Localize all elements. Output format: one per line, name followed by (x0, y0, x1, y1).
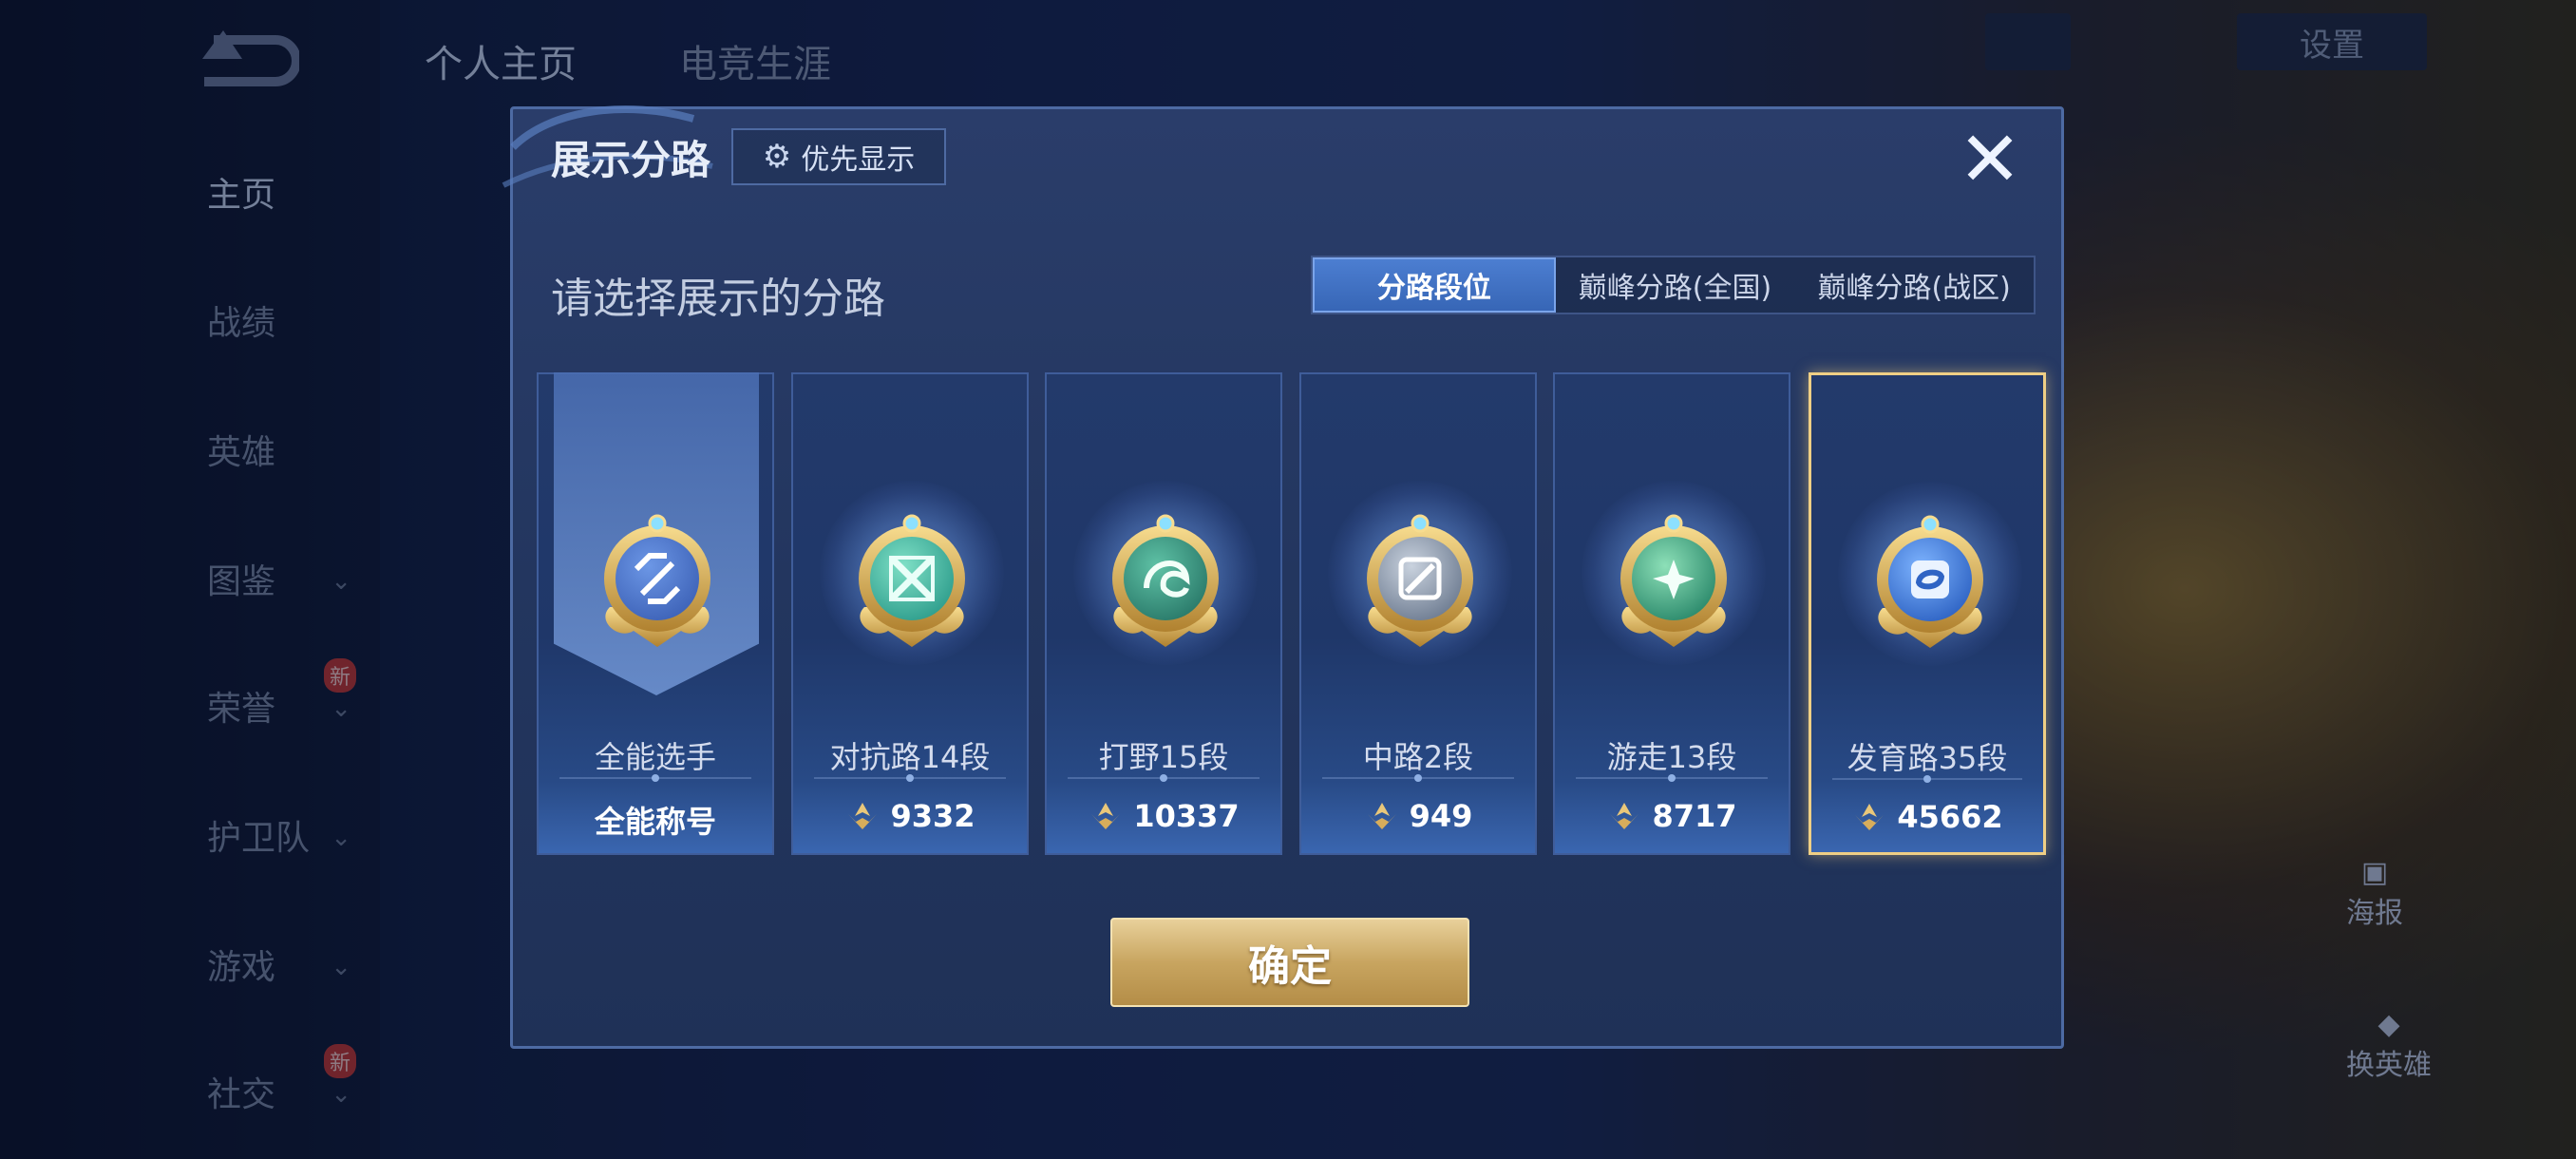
lane-card-1[interactable]: 对抗路14段 9332 (791, 372, 1029, 855)
lane-card-4[interactable]: 游走13段 8717 (1553, 372, 1790, 855)
jungle-emblem-icon (1104, 507, 1227, 650)
lane-tab-bar: 分路段位 巅峰分路(全国) 巅峰分路(战区) (1311, 256, 2036, 314)
lane-card-title: 打野15段 (1098, 739, 1229, 775)
lane-card-title: 对抗路14段 (829, 739, 991, 775)
confirm-label: 确定 (1248, 942, 1332, 991)
gear-icon: ⚙ (762, 138, 792, 176)
lane-card-value: 8717 (1555, 798, 1789, 834)
lane-card-value-text: 949 (1409, 798, 1473, 834)
dialog-title: 展示分路 (551, 137, 711, 183)
close-button[interactable]: ✕ (1957, 122, 2023, 198)
divider (559, 774, 751, 782)
lane-card-title: 游走13段 (1606, 739, 1737, 775)
tab-peak-region[interactable]: 巅峰分路(战区) (1794, 257, 2034, 313)
peak-score-icon (1364, 801, 1400, 831)
lane-card-0[interactable]: 全能选手 全能称号 (537, 372, 774, 855)
lane-card-value: 全能称号 (539, 798, 772, 842)
close-icon: ✕ (1958, 115, 2022, 203)
divider (1576, 774, 1768, 782)
priority-display-button[interactable]: ⚙ 优先显示 (731, 128, 946, 185)
lane-card-3[interactable]: 中路2段 949 (1299, 372, 1537, 855)
clash-lane-emblem-icon (850, 507, 974, 650)
peak-score-icon (844, 801, 881, 831)
all-round-emblem-icon (596, 507, 719, 650)
divider (1322, 774, 1514, 782)
lane-display-dialog: 展示分路 ⚙ 优先显示 ✕ 请选择展示的分路 分路段位 巅峰分路(全国) 巅峰分… (502, 105, 2064, 1049)
lane-card-value: 45662 (1811, 799, 2043, 835)
lane-card-title: 中路2段 (1362, 739, 1474, 775)
lane-card-value: 9332 (793, 798, 1027, 834)
tab-peak-national[interactable]: 巅峰分路(全国) (1556, 257, 1795, 313)
divider (814, 774, 1006, 782)
lane-card-value: 10337 (1047, 798, 1280, 834)
mid-lane-emblem-icon (1358, 507, 1482, 650)
lane-card-value-text: 全能称号 (594, 804, 716, 840)
peak-score-icon (1851, 802, 1887, 832)
lane-card-list: 全能选手 全能称号 对抗路14段 9332 打野15段 10337 中路2段 9… (537, 372, 2047, 855)
farm-lane-emblem-icon (1868, 508, 1992, 651)
lane-card-value-text: 45662 (1897, 799, 2003, 835)
roam-emblem-icon (1612, 507, 1735, 650)
divider (1832, 775, 2022, 783)
lane-card-2[interactable]: 打野15段 10337 (1045, 372, 1282, 855)
lane-card-title: 发育路35段 (1847, 740, 2008, 776)
tab-lane-rank[interactable]: 分路段位 (1313, 257, 1556, 313)
lane-card-title: 全能选手 (594, 739, 716, 775)
peak-score-icon (1606, 801, 1642, 831)
lane-card-value-text: 10337 (1133, 798, 1240, 834)
divider (1068, 774, 1260, 782)
confirm-button[interactable]: 确定 (1110, 918, 1469, 1007)
lane-card-5[interactable]: 发育路35段 45662 (1809, 372, 2046, 855)
lane-card-value-text: 8717 (1652, 798, 1737, 834)
lane-card-value: 949 (1301, 798, 1535, 834)
dialog-subtitle: 请选择展示的分路 (551, 275, 885, 323)
peak-score-icon (1088, 801, 1124, 831)
lane-card-value-text: 9332 (890, 798, 975, 834)
priority-display-label: 优先显示 (801, 143, 916, 177)
